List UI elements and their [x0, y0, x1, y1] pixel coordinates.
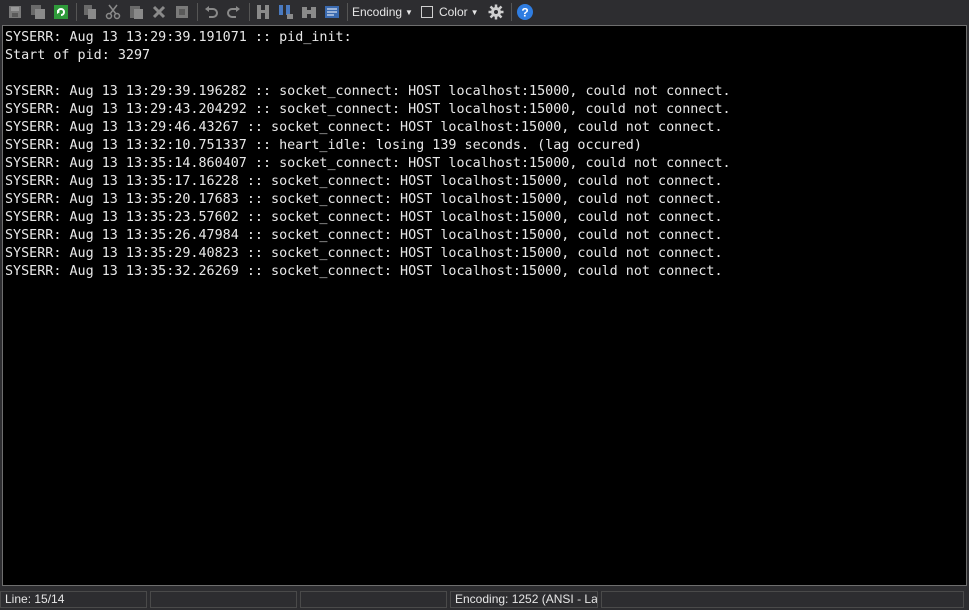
help-icon[interactable]: ?	[516, 3, 534, 21]
copy-icon[interactable]	[81, 3, 99, 21]
save-icon[interactable]	[6, 3, 24, 21]
status-panel	[601, 591, 964, 608]
status-panel	[150, 591, 297, 608]
paste-icon[interactable]	[127, 3, 145, 21]
toolbar-separator	[347, 3, 348, 21]
status-encoding: Encoding: 1252 (ANSI - La	[450, 591, 598, 608]
log-line: SYSERR: Aug 13 13:35:32.26269 :: socket_…	[5, 264, 723, 279]
chevron-down-icon: ▼	[470, 7, 479, 17]
log-line: SYSERR: Aug 13 13:29:43.204292 :: socket…	[5, 102, 731, 117]
log-line: SYSERR: Aug 13 13:35:20.17683 :: socket_…	[5, 192, 723, 207]
toolbar-separator	[510, 3, 512, 21]
toolbar-separator	[197, 3, 198, 21]
status-bar: Line: 15/14 Encoding: 1252 (ANSI - La	[0, 589, 969, 610]
stop-icon[interactable]	[173, 3, 191, 21]
undo-icon[interactable]	[202, 3, 220, 21]
encoding-dropdown-label: Encoding	[352, 5, 403, 19]
log-line: SYSERR: Aug 13 13:35:14.860407 :: socket…	[5, 156, 731, 171]
log-line: SYSERR: Aug 13 13:29:39.196282 :: socket…	[5, 84, 731, 99]
toolbar: Encoding ▼ Color ▼ ?	[0, 0, 969, 24]
status-panel	[300, 591, 447, 608]
log-viewer-window: Encoding ▼ Color ▼ ? SYSERR: Aug 13 13:2…	[0, 0, 969, 610]
color-toggle[interactable]: Color ▼	[420, 5, 479, 19]
status-line-position: Line: 15/14	[0, 591, 147, 608]
binoculars-icon[interactable]	[300, 3, 318, 21]
save-all-icon[interactable]	[29, 3, 47, 21]
log-line: SYSERR: Aug 13 13:35:29.40823 :: socket_…	[5, 246, 723, 261]
svg-text:?: ?	[521, 6, 528, 20]
log-line: SYSERR: Aug 13 13:32:10.751337 :: heart_…	[5, 138, 642, 153]
toolbar-separator	[76, 3, 77, 21]
find-next-icon[interactable]	[277, 3, 295, 21]
log-line: SYSERR: Aug 13 13:29:46.43267 :: socket_…	[5, 120, 723, 135]
chevron-down-icon: ▼	[405, 7, 413, 17]
log-line: SYSERR: Aug 13 13:29:39.191071 :: pid_in…	[5, 30, 352, 45]
find-icon[interactable]	[254, 3, 272, 21]
encoding-dropdown[interactable]: Encoding ▼	[352, 5, 413, 19]
log-line: SYSERR: Aug 13 13:35:23.57602 :: socket_…	[5, 210, 723, 225]
wrap-icon[interactable]	[323, 3, 341, 21]
toolbar-separator	[249, 3, 250, 21]
log-console[interactable]: SYSERR: Aug 13 13:29:39.191071 :: pid_in…	[2, 25, 967, 586]
refresh-icon[interactable]	[52, 3, 70, 21]
log-line: SYSERR: Aug 13 13:35:26.47984 :: socket_…	[5, 228, 723, 243]
delete-icon[interactable]	[150, 3, 168, 21]
color-checkbox[interactable]	[420, 6, 433, 18]
gear-icon[interactable]	[487, 3, 505, 21]
color-toggle-label: Color	[438, 5, 468, 19]
log-line: Start of pid: 3297	[5, 48, 151, 63]
cut-icon[interactable]	[104, 3, 122, 21]
log-line: SYSERR: Aug 13 13:35:17.16228 :: socket_…	[5, 174, 723, 189]
redo-icon[interactable]	[225, 3, 243, 21]
